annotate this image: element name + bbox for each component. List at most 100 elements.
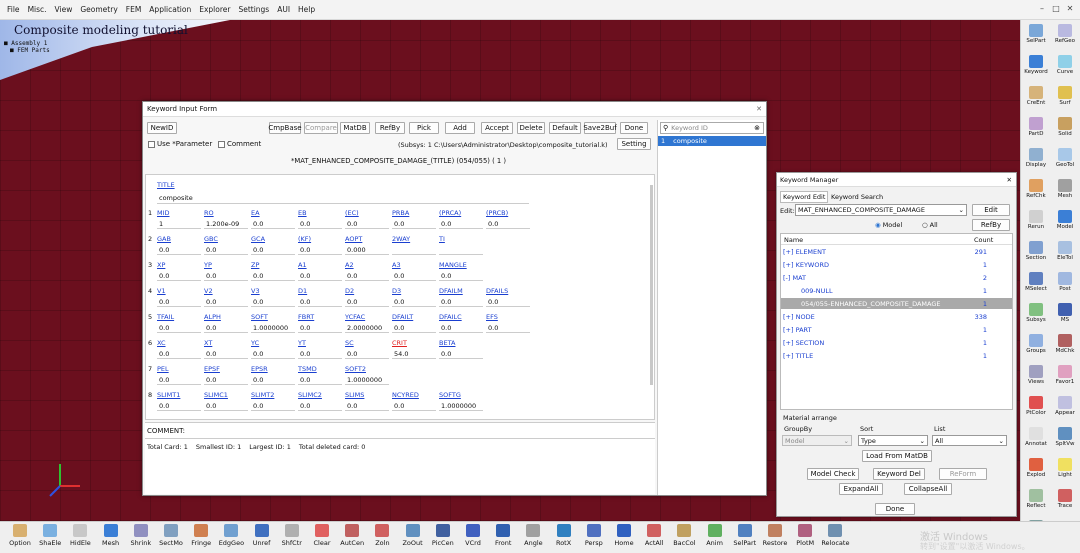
title-field-label[interactable]: TITLE (157, 181, 175, 189)
field-label-mangle[interactable]: MANGLE (439, 261, 467, 269)
field-label-d3[interactable]: D3 (392, 287, 401, 295)
collapse-all-button[interactable]: CollapseAll (904, 483, 952, 495)
field-tsmd[interactable]: 0.0 (298, 375, 342, 385)
field-label-slimt1[interactable]: SLIMT1 (157, 391, 180, 399)
field-soft[interactable]: 1.0000000 (251, 323, 295, 333)
tool-eletol[interactable]: EleTol (1052, 241, 1078, 261)
tree-item-fem-parts[interactable]: ■ FEM Parts (4, 47, 50, 54)
field-label-2way[interactable]: 2WAY (392, 235, 410, 243)
radio-model[interactable]: ◉ Model (875, 221, 902, 229)
field-yp[interactable]: 0.0 (204, 271, 248, 281)
tool-explod[interactable]: Explod (1023, 458, 1049, 478)
field-label-dfailm[interactable]: DFAILM (439, 287, 463, 295)
tool-display[interactable]: Display (1023, 148, 1049, 168)
tool-persp[interactable]: Persp (579, 524, 609, 547)
tool-solid[interactable]: Solid (1052, 117, 1078, 137)
tool-hidele[interactable]: HidEle (65, 524, 95, 547)
tool-reflect[interactable]: Reflect (1023, 489, 1049, 509)
field-label-v1[interactable]: V1 (157, 287, 166, 295)
field-yc[interactable]: 0.0 (251, 349, 295, 359)
tool-shrink[interactable]: Shrink (126, 524, 156, 547)
field-label-slimc1[interactable]: SLIMC1 (204, 391, 228, 399)
edit-keyword-select[interactable]: MAT_ENHANCED_COMPOSITE_DAMAGE ⌄ (795, 204, 967, 216)
model-check-button[interactable]: Model Check (807, 468, 859, 480)
field-label-a2[interactable]: A2 (345, 261, 354, 269)
tool-section[interactable]: Section (1023, 241, 1049, 261)
field-softg[interactable]: 1.0000000 (439, 401, 483, 411)
field-label-d1[interactable]: D1 (298, 287, 307, 295)
field-label-ncyred[interactable]: NCYRED (392, 391, 419, 399)
field-label-a1[interactable]: A1 (298, 261, 307, 269)
field-dfailc[interactable]: 0.0 (439, 323, 483, 333)
tree-row[interactable]: [+] ELEMENT 291 (781, 246, 1012, 257)
field-label-fbrt[interactable]: FBRT (298, 313, 314, 321)
field-a3[interactable]: 0.0 (392, 271, 436, 281)
field-a2[interactable]: 0.0 (345, 271, 389, 281)
tool-spltvw[interactable]: SpltVw (1052, 427, 1078, 447)
field-xp[interactable]: 0.0 (157, 271, 201, 281)
newid-button[interactable]: NewID (147, 122, 177, 134)
tool-unref[interactable]: Unref (247, 524, 277, 547)
field-label-dfailt[interactable]: DFAILT (392, 313, 413, 321)
tool-sectmo[interactable]: SectMo (156, 524, 186, 547)
tool-relocate[interactable]: Relocate (820, 524, 850, 547)
keyword-list-item[interactable]: 1 composite (658, 136, 766, 146)
field-label-ro[interactable]: RO (204, 209, 214, 217)
tool-anim[interactable]: Anim (700, 524, 730, 547)
tool-mselect[interactable]: MSelect (1023, 272, 1049, 292)
matdb-button[interactable]: MatDB (340, 122, 370, 134)
field-prca[interactable]: 0.0 (439, 219, 483, 229)
list-select[interactable]: All ⌄ (932, 435, 1007, 446)
use-parameter-checkbox[interactable]: Use *Parameter (148, 140, 212, 148)
field-gca[interactable]: 0.0 (251, 245, 295, 255)
tab-keyword-search[interactable]: Keyword Search (829, 192, 885, 202)
compare-button[interactable]: Compare (304, 122, 338, 134)
tool-geotol[interactable]: GeoTol (1052, 148, 1078, 168)
field-ycfac[interactable]: 2.0000000 (345, 323, 389, 333)
field-epsf[interactable]: 0.0 (204, 375, 248, 385)
tool-partd[interactable]: PartD (1023, 117, 1049, 137)
tool-option[interactable]: Option (5, 524, 35, 547)
tool-mesh[interactable]: Mesh (96, 524, 126, 547)
groupby-select[interactable]: Model ⌄ (782, 435, 852, 446)
minimize-icon[interactable]: – (1036, 2, 1048, 14)
field-slims[interactable]: 0.0 (345, 401, 389, 411)
tool-plotm[interactable]: PlotM (790, 524, 820, 547)
field-label-tfail[interactable]: TFAIL (157, 313, 174, 321)
field-eb[interactable]: 0.0 (298, 219, 342, 229)
field-d3[interactable]: 0.0 (392, 297, 436, 307)
edit-button[interactable]: Edit (972, 204, 1010, 216)
field-label-gab[interactable]: GAB (157, 235, 171, 243)
close-icon[interactable]: ✕ (1064, 2, 1076, 14)
menu-application[interactable]: Application (145, 5, 195, 14)
field-d2[interactable]: 0.0 (345, 297, 389, 307)
menu-view[interactable]: View (51, 5, 77, 14)
field-label-v2[interactable]: V2 (204, 287, 213, 295)
field-label-crit[interactable]: CRIT (392, 339, 407, 347)
field-label-prba[interactable]: PRBA (392, 209, 409, 217)
field-sc[interactable]: 0.0 (345, 349, 389, 359)
field-ro[interactable]: 1.200e-09 (204, 219, 248, 229)
tool-curve[interactable]: Curve (1052, 55, 1078, 75)
field-label-yt[interactable]: YT (298, 339, 306, 347)
field-label-xc[interactable]: XC (157, 339, 166, 347)
tool-trace[interactable]: Trace (1052, 489, 1078, 509)
tree-row[interactable]: [-] MAT 2 (781, 272, 1012, 283)
tool-mdchk[interactable]: MdChk (1052, 334, 1078, 354)
refby-button[interactable]: RefBy (972, 219, 1010, 231)
default-button[interactable]: Default (549, 122, 581, 134)
tool-refchk[interactable]: RefChk (1023, 179, 1049, 199)
tool-model[interactable]: Model (1052, 210, 1078, 230)
tool-shfctr[interactable]: ShfCtr (277, 524, 307, 547)
field-label-prcb[interactable]: (PRCB) (486, 209, 508, 217)
sort-select[interactable]: Type ⌄ (858, 435, 928, 446)
tool-groups[interactable]: Groups (1023, 334, 1049, 354)
close-icon[interactable]: ✕ (1007, 176, 1012, 184)
tool-piccen[interactable]: PicCen (428, 524, 458, 547)
field-2way[interactable] (392, 245, 436, 255)
done-button[interactable]: Done (875, 503, 915, 515)
field-zp[interactable]: 0.0 (251, 271, 295, 281)
load-matdb-button[interactable]: Load From MatDB (862, 450, 932, 462)
field-v2[interactable]: 0.0 (204, 297, 248, 307)
tool-views[interactable]: Views (1023, 365, 1049, 385)
